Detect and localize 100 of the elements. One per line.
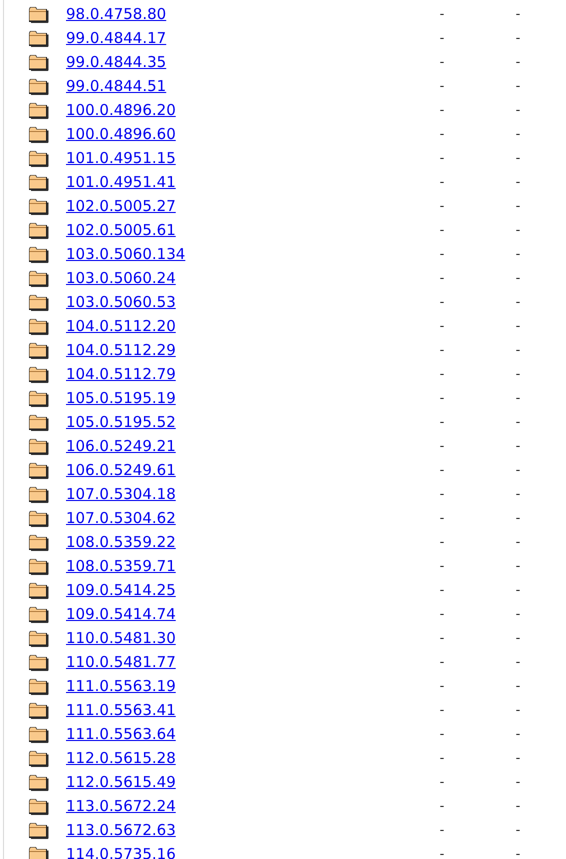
table-cell-text: -: [514, 342, 522, 358]
table-cell-text: -: [514, 582, 522, 598]
folder-link[interactable]: 110.0.5481.77: [66, 653, 436, 671]
table-cell-text: -: [438, 798, 446, 814]
folder-link[interactable]: 105.0.5195.52: [66, 413, 436, 431]
folder-link[interactable]: 100.0.4896.60: [66, 125, 436, 143]
table-cell-text: -: [438, 222, 446, 238]
folder-icon: [28, 582, 49, 598]
folder-icon: [28, 702, 49, 718]
table-cell-text: -: [514, 102, 522, 118]
folder-icon: [28, 102, 49, 118]
table-cell-text: -: [514, 78, 522, 94]
table-cell-text: -: [438, 126, 446, 142]
table-cell-text: -: [514, 750, 522, 766]
folder-link[interactable]: 110.0.5481.30: [66, 629, 436, 647]
table-cell-text: -: [438, 678, 446, 694]
folder-link[interactable]: 103.0.5060.53: [66, 293, 436, 311]
table-cell-text: -: [514, 798, 522, 814]
folder-link[interactable]: 104.0.5112.20: [66, 317, 436, 335]
folder-link[interactable]: 109.0.5414.25: [66, 581, 436, 599]
table-cell-text: -: [438, 270, 446, 286]
table-cell-text: -: [514, 774, 522, 790]
folder-link[interactable]: 107.0.5304.18: [66, 485, 436, 503]
folder-link[interactable]: 113.0.5672.63: [66, 821, 436, 839]
folder-icon: [28, 126, 49, 142]
folder-link[interactable]: 102.0.5005.27: [66, 197, 436, 215]
folder-icon: [28, 822, 49, 838]
folder-link[interactable]: 99.0.4844.51: [66, 77, 436, 95]
table-cell-text: -: [514, 558, 522, 574]
folder-icon: [28, 414, 49, 430]
table-cell-text: -: [438, 822, 446, 838]
table-cell-text: -: [438, 654, 446, 670]
folder-icon: [28, 558, 49, 574]
table-cell-text: -: [438, 582, 446, 598]
folder-link[interactable]: 112.0.5615.49: [66, 773, 436, 791]
folder-icon: [28, 174, 49, 190]
table-cell-text: -: [438, 174, 446, 190]
table-cell-text: -: [514, 630, 522, 646]
folder-icon: [28, 486, 49, 502]
table-cell-text: -: [438, 366, 446, 382]
table-cell-text: -: [514, 222, 522, 238]
folder-icon: [28, 78, 49, 94]
table-cell-text: -: [514, 198, 522, 214]
folder-link[interactable]: 99.0.4844.17: [66, 29, 436, 47]
folder-link[interactable]: 103.0.5060.134: [66, 245, 436, 263]
folder-link[interactable]: 112.0.5615.28: [66, 749, 436, 767]
table-cell-text: -: [438, 462, 446, 478]
table-cell-text: -: [514, 726, 522, 742]
folder-icon: [28, 390, 49, 406]
table-cell-text: -: [438, 750, 446, 766]
folder-link[interactable]: 111.0.5563.19: [66, 677, 436, 695]
folder-icon: [28, 54, 49, 70]
folder-link[interactable]: 103.0.5060.24: [66, 269, 436, 287]
folder-link[interactable]: 114.0.5735.16: [66, 845, 436, 859]
folder-icon: [28, 462, 49, 478]
folder-link[interactable]: 102.0.5005.61: [66, 221, 436, 239]
table-cell-text: -: [438, 726, 446, 742]
folder-link[interactable]: 108.0.5359.22: [66, 533, 436, 551]
folder-icon: [28, 630, 49, 646]
folder-link[interactable]: 101.0.4951.15: [66, 149, 436, 167]
folder-link[interactable]: 100.0.4896.20: [66, 101, 436, 119]
folder-icon: [28, 726, 49, 742]
table-cell-text: -: [438, 774, 446, 790]
folder-link[interactable]: 111.0.5563.41: [66, 701, 436, 719]
table-cell-text: -: [514, 462, 522, 478]
table-cell-text: -: [438, 78, 446, 94]
table-cell-text: -: [514, 174, 522, 190]
folder-link[interactable]: 104.0.5112.79: [66, 365, 436, 383]
folder-icon: [28, 438, 49, 454]
folder-link[interactable]: 108.0.5359.71: [66, 557, 436, 575]
folder-link[interactable]: 109.0.5414.74: [66, 605, 436, 623]
table-cell-text: -: [438, 846, 446, 859]
folder-link[interactable]: 98.0.4758.80: [66, 5, 436, 23]
folder-link[interactable]: 104.0.5112.29: [66, 341, 436, 359]
table-cell-text: -: [514, 246, 522, 262]
table-cell-text: -: [438, 198, 446, 214]
table-cell-text: -: [438, 534, 446, 550]
folder-link[interactable]: 111.0.5563.64: [66, 725, 436, 743]
folder-icon: [28, 294, 49, 310]
folder-link[interactable]: 107.0.5304.62: [66, 509, 436, 527]
folder-link[interactable]: 101.0.4951.41: [66, 173, 436, 191]
folder-link[interactable]: 113.0.5672.24: [66, 797, 436, 815]
folder-link[interactable]: 99.0.4844.35: [66, 53, 436, 71]
folder-link[interactable]: 105.0.5195.19: [66, 389, 436, 407]
table-cell-text: -: [514, 846, 522, 859]
table-cell-text: -: [514, 414, 522, 430]
folder-link[interactable]: 106.0.5249.61: [66, 461, 436, 479]
folder-icon: [28, 750, 49, 766]
table-cell-text: -: [514, 678, 522, 694]
table-cell-text: -: [438, 510, 446, 526]
folder-link[interactable]: 106.0.5249.21: [66, 437, 436, 455]
table-cell-text: -: [514, 30, 522, 46]
table-cell-text: -: [514, 702, 522, 718]
table-cell-text: -: [514, 510, 522, 526]
table-cell-text: -: [438, 30, 446, 46]
folder-icon: [28, 30, 49, 46]
table-cell-text: -: [514, 366, 522, 382]
folder-icon: [28, 534, 49, 550]
table-cell-text: -: [514, 486, 522, 502]
folder-icon: [28, 318, 49, 334]
